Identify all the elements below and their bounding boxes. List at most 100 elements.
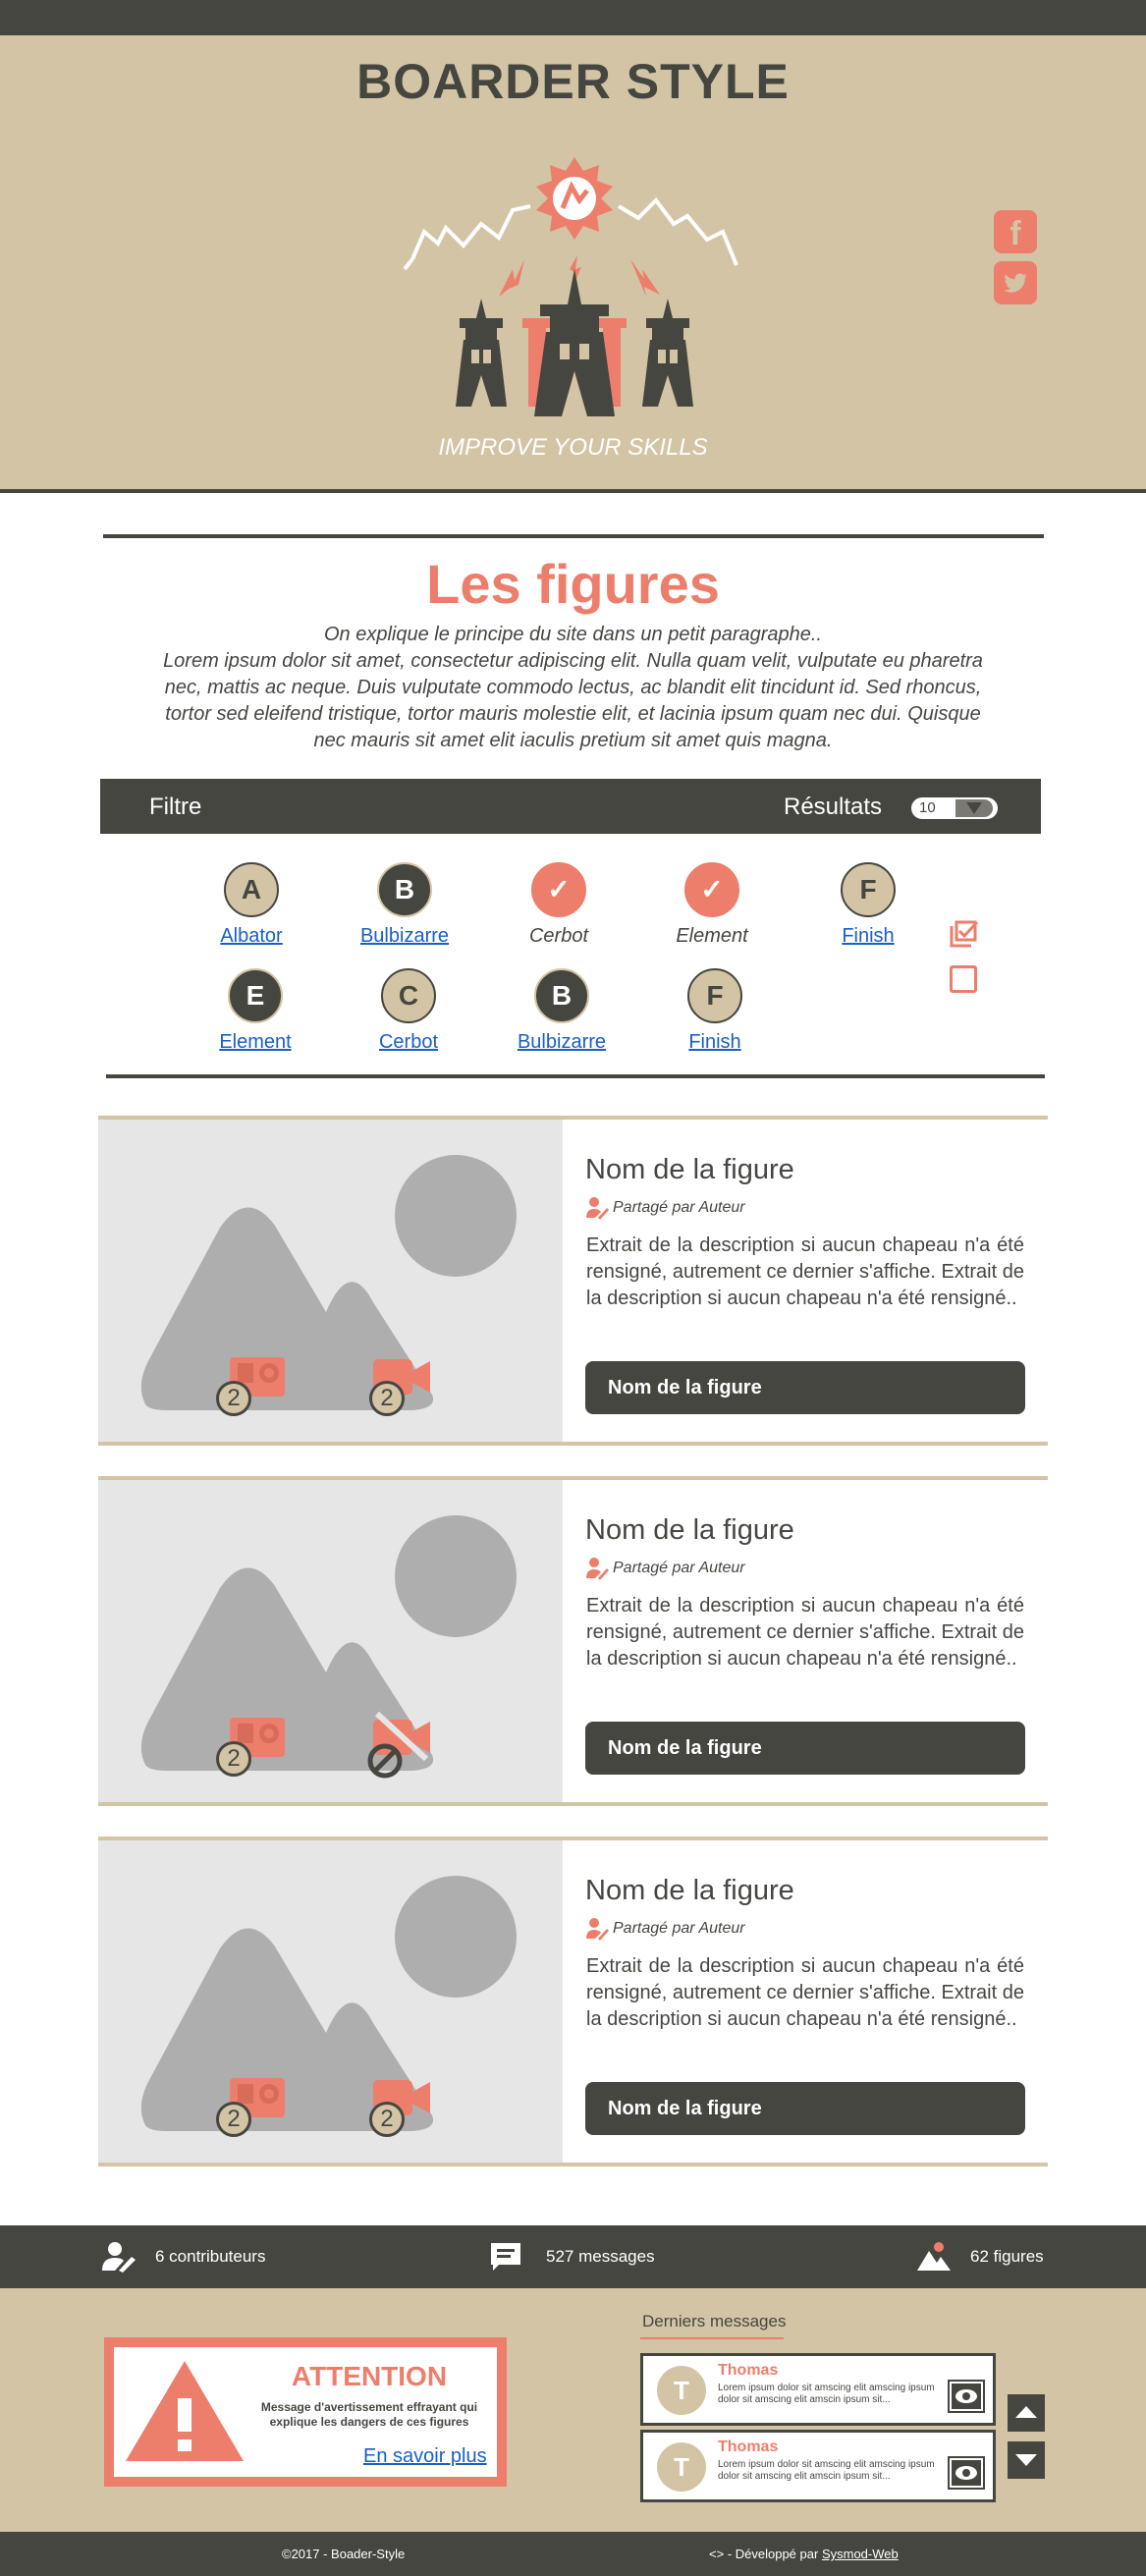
filter-chip[interactable]: B Bulbizarre xyxy=(355,862,454,948)
chip-letter: B xyxy=(534,968,589,1023)
chevron-down-icon xyxy=(1015,2454,1037,2466)
image-placeholder-icon xyxy=(140,1155,517,1410)
figure-name: Nom de la figure xyxy=(585,1514,794,1546)
video-count-badge: 2 xyxy=(369,2102,405,2137)
author-text: Partagé par Auteur xyxy=(613,1199,745,1217)
figure-name: Nom de la figure xyxy=(585,1154,794,1185)
chip-label[interactable]: Bulbizarre xyxy=(513,1031,611,1054)
avatar: T xyxy=(657,2442,706,2492)
warning-text: Message d'avertissement effrayant qui ex… xyxy=(260,2400,478,2429)
author-icon xyxy=(586,1918,609,1941)
figure-link-button[interactable]: Nom de la figure xyxy=(585,1722,1025,1775)
mountain-person-icon xyxy=(917,2242,951,2271)
message-author: Thomas xyxy=(718,2362,779,2379)
chip-letter: F xyxy=(841,862,896,917)
check-icon: ✓ xyxy=(531,862,586,917)
avatar: T xyxy=(657,2366,706,2415)
bottom-bar: ©2017 - Boader-Style <> - Développé par … xyxy=(0,2532,1146,2576)
twitter-icon[interactable] xyxy=(994,261,1037,304)
warning-title: ATTENTION xyxy=(291,2361,448,2391)
select-all-icon[interactable] xyxy=(948,918,979,950)
author-icon xyxy=(586,1197,609,1220)
message-excerpt: Lorem ipsum dolor sit amscing elit amsci… xyxy=(718,2459,935,2482)
image-placeholder-icon xyxy=(140,1515,517,1771)
site-title: BOARDER STYLE xyxy=(356,54,790,109)
chip-label[interactable]: Bulbizarre xyxy=(355,925,454,948)
copyright: ©2017 - Boader-Style xyxy=(282,2547,406,2561)
section-divider xyxy=(106,1074,1045,1078)
figure-thumbnail[interactable]: 2 2 xyxy=(98,1120,563,1442)
chip-letter: C xyxy=(381,968,436,1023)
intro-paragraph: On explique le principe du site dans un … xyxy=(147,622,999,754)
deselect-all-icon[interactable] xyxy=(950,965,977,993)
latest-messages-title: Derniers messages xyxy=(639,2312,787,2339)
figure-description: Extrait de la description si aucun chape… xyxy=(586,1955,1024,2030)
figure-name: Nom de la figure xyxy=(585,1875,794,1906)
filter-label: Filtre xyxy=(149,794,202,820)
chip-letter: B xyxy=(377,862,432,917)
developer-credit: <> - Développé par Sysmod-Web xyxy=(709,2547,899,2561)
photo-count-badge: 2 xyxy=(216,1381,251,1416)
filter-chip[interactable]: A Albator xyxy=(202,862,300,948)
dev-prefix: - Développé par xyxy=(727,2547,819,2561)
figure-author: Partagé par Auteur xyxy=(585,1917,745,1941)
scroll-up-button[interactable] xyxy=(1008,2394,1045,2432)
chip-label[interactable]: Cerbot xyxy=(359,1031,458,1054)
figure-author: Partagé par Auteur xyxy=(585,1557,745,1580)
figure-card: 2 2 Nom de la figure Partagé par Auteur … xyxy=(98,1836,1048,2166)
intro-lead: On explique le principe du site dans un … xyxy=(323,624,822,645)
learn-more-link[interactable]: En savoir plus xyxy=(363,2445,487,2468)
figure-link-button[interactable]: Nom de la figure xyxy=(585,1361,1025,1414)
warning-icon xyxy=(126,2361,244,2461)
filter-chip[interactable]: F Finish xyxy=(666,968,764,1054)
filter-chip-selected[interactable]: ✓ Cerbot xyxy=(510,862,608,948)
chip-label[interactable]: Albator xyxy=(202,925,300,948)
chip-label[interactable]: Finish xyxy=(819,925,917,948)
results-label: Résultats xyxy=(784,794,883,820)
footer: ATTENTION Message d'avertissement effray… xyxy=(0,2288,1146,2532)
eye-icon[interactable] xyxy=(948,2456,985,2490)
page-title: Les figures xyxy=(426,553,720,615)
filter-chip[interactable]: E Element xyxy=(206,968,304,1054)
stat-figures-text: 62 figures xyxy=(970,2247,1044,2266)
figure-card: 2 Nom de la figure Partagé par Auteur Ex… xyxy=(98,1476,1048,1806)
scroll-down-button[interactable] xyxy=(1008,2441,1045,2479)
results-value: 10 xyxy=(919,799,936,816)
figure-author: Partagé par Auteur xyxy=(585,1196,745,1220)
figure-thumbnail[interactable]: 2 2 xyxy=(98,1840,563,2163)
message-author: Thomas xyxy=(718,2439,779,2455)
eye-icon[interactable] xyxy=(948,2380,985,2413)
author-text: Partagé par Auteur xyxy=(613,1920,745,1938)
figure-card: 2 2 Nom de la figure Partagé par Auteur … xyxy=(98,1116,1048,1446)
photo-count-badge: 2 xyxy=(216,2102,251,2137)
check-icon: ✓ xyxy=(684,862,739,917)
filter-chip[interactable]: B Bulbizarre xyxy=(513,968,611,1054)
author-icon xyxy=(586,1558,609,1580)
figure-link-button[interactable]: Nom de la figure xyxy=(585,2082,1025,2135)
site-tagline: IMPROVE YOUR SKILLS xyxy=(438,434,708,461)
contributors-icon xyxy=(102,2242,136,2273)
message-item[interactable]: T Thomas Lorem ipsum dolor sit amscing e… xyxy=(640,2353,996,2426)
author-text: Partagé par Auteur xyxy=(613,1560,745,1577)
chevron-up-icon xyxy=(1015,2406,1037,2418)
message-item[interactable]: T Thomas Lorem ipsum dolor sit amscing e… xyxy=(640,2430,996,2502)
code-icon: <> xyxy=(709,2547,725,2561)
stat-contributors-text: 6 contributeurs xyxy=(155,2247,266,2266)
chip-letter: E xyxy=(228,968,283,1023)
results-per-page-select[interactable]: 10 xyxy=(911,797,998,819)
developer-link[interactable]: Sysmod-Web xyxy=(822,2547,899,2561)
mountain-towers-logo-icon xyxy=(403,157,738,416)
chip-label[interactable]: Element xyxy=(206,1031,304,1054)
filter-chip[interactable]: F Finish xyxy=(819,862,917,948)
filter-chip-selected[interactable]: ✓ Element xyxy=(663,862,761,948)
chevron-down-icon[interactable] xyxy=(955,799,993,817)
intro-body: Lorem ipsum dolor sit amet, consectetur … xyxy=(163,650,983,751)
facebook-icon[interactable]: f xyxy=(994,210,1037,253)
chip-label[interactable]: Finish xyxy=(666,1031,764,1054)
figure-thumbnail[interactable]: 2 xyxy=(98,1480,563,1802)
chip-label: Cerbot xyxy=(528,925,589,947)
chip-label: Element xyxy=(676,925,748,947)
chip-letter: A xyxy=(224,862,279,917)
hero-banner: BOARDER STYLE IMPROVE YOUR SKILLS f xyxy=(0,35,1146,493)
filter-chip[interactable]: C Cerbot xyxy=(359,968,458,1054)
